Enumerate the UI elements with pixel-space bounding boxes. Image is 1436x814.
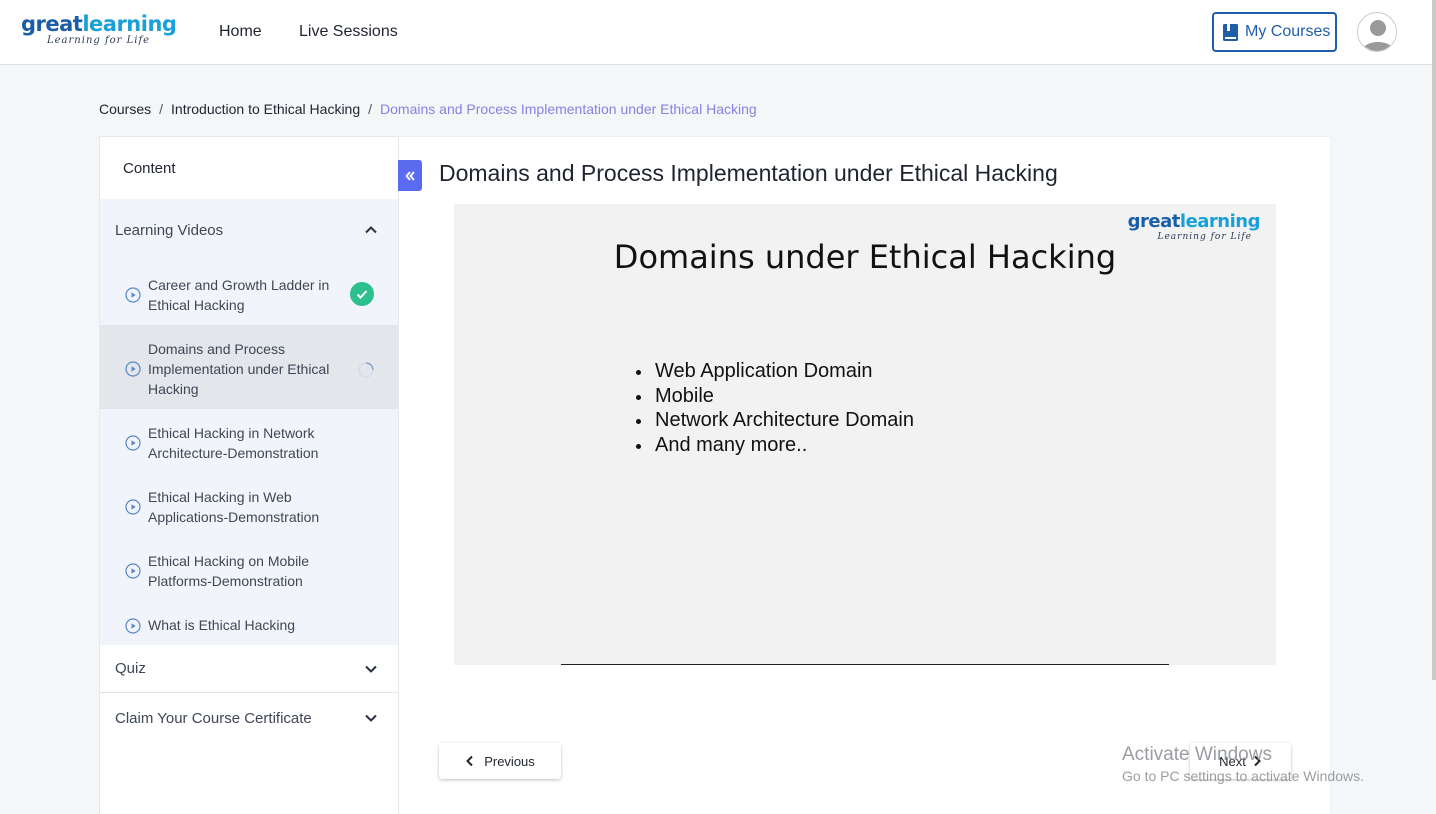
video-title: Career and Growth Ladder in Ethical Hack…: [148, 277, 330, 313]
watermark-line-2: Go to PC settings to activate Windows.: [1122, 768, 1364, 784]
avatar[interactable]: [1357, 12, 1397, 52]
windows-activation-watermark: Activate Windows Go to PC settings to ac…: [1122, 744, 1364, 786]
slide-bullet: Network Architecture Domain: [632, 408, 914, 433]
top-header: greatlearning Learning for Life Home Liv…: [0, 0, 1436, 65]
slide-logo-wordmark: greatlearning: [1127, 211, 1261, 232]
chevron-left-icon: [466, 755, 473, 767]
logo-wordmark: greatlearning: [21, 12, 177, 36]
breadcrumb-separator: /: [368, 101, 373, 117]
video-progress-bar[interactable]: [561, 664, 1169, 665]
page-title: Domains and Process Implementation under…: [439, 160, 1058, 186]
section-label: Claim Your Course Certificate: [115, 709, 312, 727]
book-icon: [1223, 23, 1238, 41]
greatlearning-logo[interactable]: greatlearning Learning for Life: [21, 12, 177, 46]
slide-heading: Domains under Ethical Hacking: [613, 238, 1117, 276]
double-chevron-left-icon: [405, 170, 415, 181]
list-item[interactable]: Career and Growth Ladder in Ethical Hack…: [100, 261, 398, 325]
slide-bullet: And many more..: [632, 433, 914, 458]
content-sidebar: Content Learning Videos Career and Growt…: [99, 136, 399, 814]
video-player[interactable]: greatlearning Learning for Life Domains …: [454, 204, 1276, 665]
play-circle-icon: [125, 435, 141, 451]
my-courses-button[interactable]: My Courses: [1212, 12, 1337, 52]
progress-spinner-icon: [358, 362, 374, 378]
previous-button[interactable]: Previous: [439, 743, 561, 779]
user-icon: [1362, 20, 1394, 51]
play-circle-icon: [125, 618, 141, 634]
page-scrollbar[interactable]: [1432, 0, 1436, 680]
list-item[interactable]: Ethical Hacking in Network Architecture-…: [100, 409, 398, 473]
play-circle-icon: [125, 361, 141, 377]
content-heading: Content: [123, 160, 176, 177]
my-courses-label: My Courses: [1245, 23, 1331, 40]
video-title: What is Ethical Hacking: [148, 617, 296, 633]
breadcrumb-separator: /: [159, 101, 164, 117]
slide-bullet: Web Application Domain: [632, 359, 914, 384]
play-circle-icon: [125, 287, 141, 303]
breadcrumb-courses[interactable]: Courses: [99, 101, 151, 117]
list-item[interactable]: Ethical Hacking in Web Applications-Demo…: [100, 473, 398, 537]
slide-logo-word-learning: learning: [1179, 211, 1261, 232]
completed-check-icon: [350, 282, 374, 306]
collapse-sidebar-button[interactable]: [398, 160, 422, 191]
slide-logo-word-great: great: [1127, 211, 1181, 232]
video-title: Ethical Hacking in Network Architecture-…: [148, 425, 319, 461]
video-title: Ethical Hacking on Mobile Platforms-Demo…: [148, 553, 310, 589]
previous-label: Previous: [484, 753, 535, 769]
video-title: Domains and Process Implementation under…: [148, 341, 330, 397]
section-claim-certificate[interactable]: Claim Your Course Certificate: [100, 694, 398, 742]
slide-bullet: Mobile: [632, 384, 914, 409]
nav-home[interactable]: Home: [219, 22, 262, 42]
play-circle-icon: [125, 563, 141, 579]
section-label: Learning Videos: [115, 221, 224, 239]
chevron-up-icon: [365, 226, 377, 234]
breadcrumb-current: Domains and Process Implementation under…: [380, 101, 757, 117]
list-item[interactable]: What is Ethical Hacking: [100, 601, 398, 645]
list-item[interactable]: Ethical Hacking on Mobile Platforms-Demo…: [100, 537, 398, 601]
breadcrumb-course[interactable]: Introduction to Ethical Hacking: [171, 101, 360, 117]
section-learning-videos[interactable]: Learning Videos: [100, 199, 398, 261]
video-list: Career and Growth Ladder in Ethical Hack…: [100, 261, 398, 645]
nav-live-sessions[interactable]: Live Sessions: [299, 22, 398, 42]
watermark-line-1: Activate Windows: [1122, 744, 1272, 765]
list-item-active[interactable]: Domains and Process Implementation under…: [100, 325, 398, 409]
breadcrumb: Courses / Introduction to Ethical Hacking /…: [99, 100, 757, 118]
section-quiz[interactable]: Quiz: [100, 645, 398, 693]
logo-word-great: great: [21, 12, 83, 36]
play-circle-icon: [125, 499, 141, 515]
logo-word-learning: learning: [82, 12, 177, 36]
chevron-down-icon: [365, 714, 377, 722]
video-title: Ethical Hacking in Web Applications-Demo…: [148, 489, 320, 525]
slide-bullets: Web Application Domain Mobile Network Ar…: [632, 359, 914, 457]
chevron-down-icon: [365, 665, 377, 673]
section-label: Quiz: [115, 660, 146, 677]
logo-tagline: Learning for Life: [47, 35, 151, 46]
